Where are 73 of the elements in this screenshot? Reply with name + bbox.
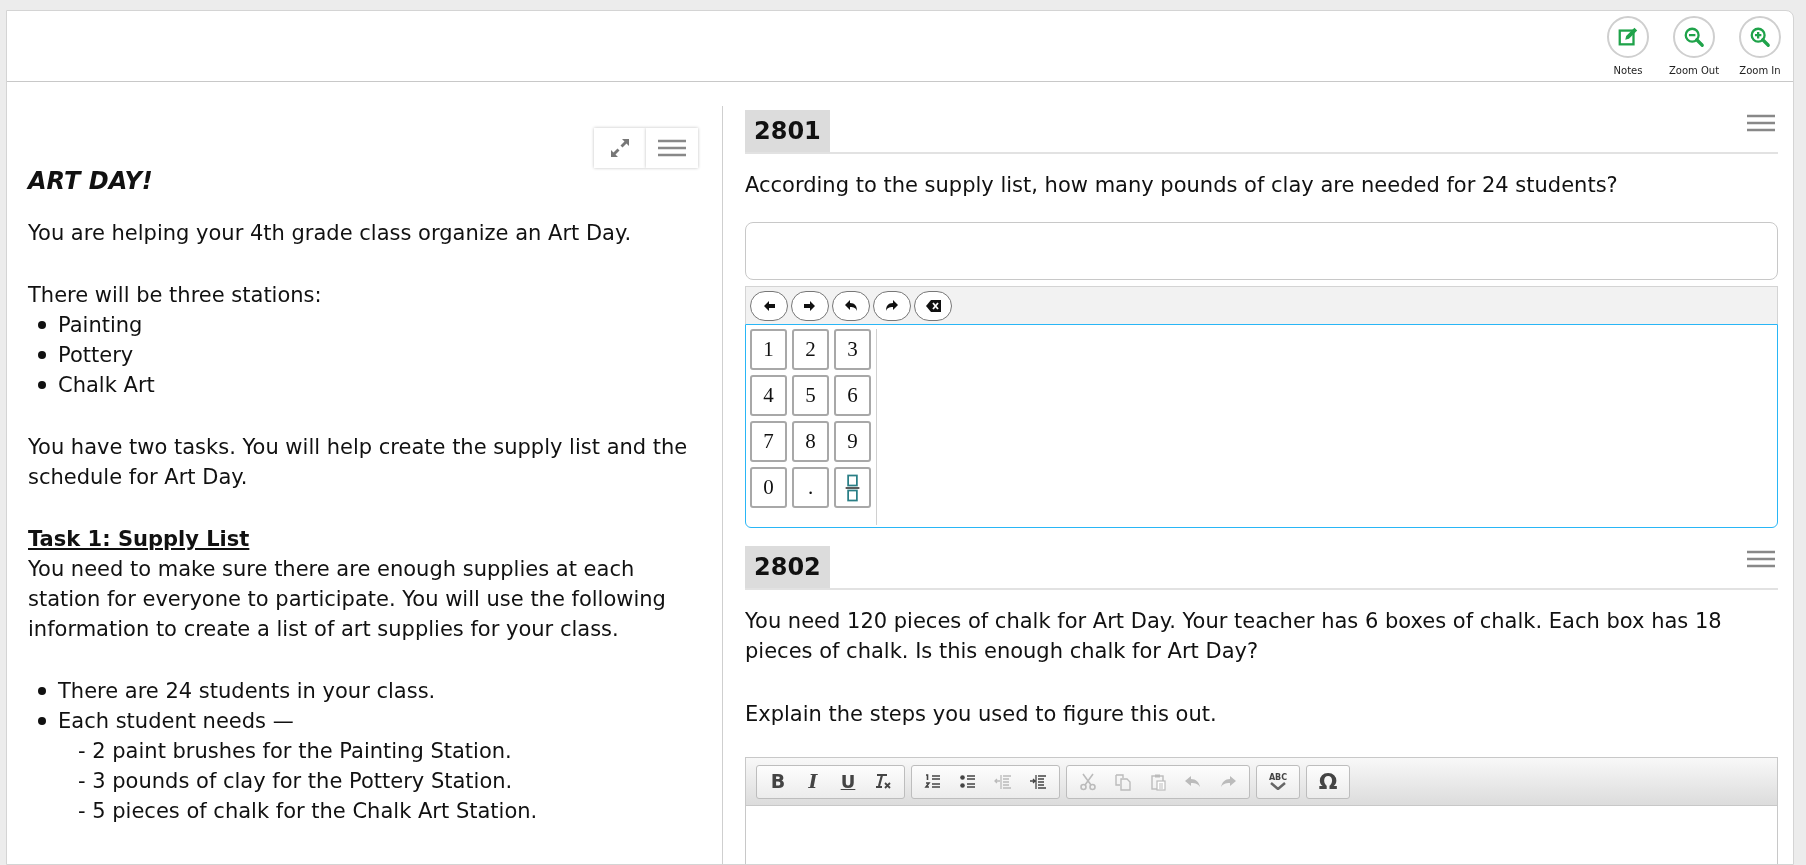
- keypad-key[interactable]: 4: [750, 375, 787, 416]
- menu-button[interactable]: [1746, 549, 1776, 569]
- zoom-in-icon: [1749, 26, 1771, 48]
- menu-icon: [657, 138, 687, 158]
- passage-paragraph: You need to make sure there are enough supplies at each station for everyone to participate. You will use the following information to create a list of art supplies for your class.: [28, 556, 667, 643]
- question-text: According to the supply list, how many pounds of clay are needed for 24 students?: [745, 172, 1619, 199]
- italic-button[interactable]: I: [796, 766, 830, 797]
- outdent-icon: [994, 772, 1012, 791]
- clipboard-icon: [1149, 772, 1167, 791]
- underline-button[interactable]: U: [831, 766, 865, 797]
- section-heading: Task 1: Supply List: [28, 526, 251, 553]
- copy-icon: [1114, 772, 1132, 791]
- passage-title: ART DAY!: [25, 166, 153, 196]
- passage-paragraph: You have two tasks. You will help create the supply list and the schedule for Art Day.: [28, 434, 689, 491]
- notes-button[interactable]: Notes: [1599, 16, 1657, 78]
- bulleted-list-icon: [959, 772, 977, 791]
- clear-format-icon: [874, 772, 892, 791]
- question-text: You need 120 pieces of chalk for Art Day. Your teacher has 6 boxes of chalk. Each box has 18 pieces of chalk. Is this enough chalk for Art Day?: [745, 608, 1723, 665]
- check-icon: [1268, 781, 1288, 790]
- question-text: Explain the steps you used to figure this out.: [745, 701, 1218, 728]
- bullet-icon: [38, 717, 46, 725]
- list-item: There are 24 students in your class.: [58, 678, 436, 705]
- zoom-in-button[interactable]: Zoom In: [1731, 16, 1789, 78]
- bullet-icon: [38, 321, 46, 329]
- passage-paragraph: There will be three stations:: [28, 282, 323, 309]
- backspace-button[interactable]: [914, 290, 952, 321]
- right-button[interactable]: [791, 290, 829, 321]
- list-item: Pottery: [58, 342, 134, 369]
- keypad-key[interactable]: 1: [750, 329, 787, 370]
- edit-icon: [1617, 26, 1639, 48]
- spellcheck-label: ABC: [1268, 773, 1288, 782]
- menu-button[interactable]: [1746, 113, 1776, 133]
- numbered-list-icon: [924, 772, 942, 791]
- menu-button[interactable]: [646, 128, 698, 168]
- keypad-key[interactable]: .: [792, 467, 829, 508]
- symbol-button[interactable]: Ω: [1311, 766, 1345, 797]
- list-item: - 5 pieces of chalk for the Chalk Art Station.: [77, 798, 539, 825]
- zoom-out-icon: [1683, 26, 1705, 48]
- keypad-key[interactable]: 2: [792, 329, 829, 370]
- list-item: - 3 pounds of clay for the Pottery Station.: [77, 768, 514, 795]
- menu-icon: [1746, 549, 1776, 569]
- left-button[interactable]: [750, 290, 788, 321]
- indent-icon: [1029, 772, 1047, 791]
- keypad-key[interactable]: 0: [750, 467, 787, 508]
- bold-button[interactable]: B: [761, 766, 795, 797]
- expand-button[interactable]: [594, 128, 646, 168]
- list-item: Painting: [58, 312, 143, 339]
- zoom-out-button[interactable]: Zoom Out: [1665, 16, 1723, 78]
- keypad-key[interactable]: [834, 467, 871, 508]
- backspace-icon: [924, 297, 942, 314]
- keypad-key[interactable]: 9: [834, 421, 871, 462]
- question-number: 2801: [745, 110, 830, 152]
- redo-button[interactable]: [873, 290, 911, 321]
- bullet-icon: [38, 381, 46, 389]
- bullet-icon: [38, 351, 46, 359]
- undo-button[interactable]: [832, 290, 870, 321]
- list-item: - 2 paint brushes for the Painting Station.: [77, 738, 513, 765]
- expand-icon: [608, 136, 632, 160]
- keypad-key[interactable]: 3: [834, 329, 871, 370]
- list-item: Each student needs —: [58, 708, 294, 735]
- keypad-key[interactable]: 5: [792, 375, 829, 416]
- fraction-icon: [845, 472, 860, 503]
- keypad-key[interactable]: 7: [750, 421, 787, 462]
- keypad-key[interactable]: 6: [834, 375, 871, 416]
- list-item: Chalk Art: [58, 372, 155, 399]
- answer-field[interactable]: [745, 222, 1778, 280]
- passage-paragraph: You are helping your 4th grade class organize an Art Day.: [28, 220, 633, 247]
- spellcheck-button[interactable]: ABC: [1261, 766, 1295, 797]
- scissors-icon: [1079, 772, 1097, 791]
- keypad-key[interactable]: 8: [792, 421, 829, 462]
- question-number: 2802: [745, 546, 830, 588]
- bullet-icon: [38, 687, 46, 695]
- menu-icon: [1746, 113, 1776, 133]
